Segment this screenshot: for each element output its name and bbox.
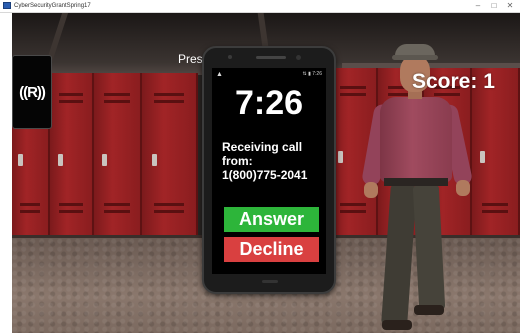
incoming-call-label: Receiving call from: bbox=[222, 140, 303, 168]
character-shoe bbox=[382, 320, 412, 330]
phone-status-bar: ▲ ⇅ ▮ 7:26 bbox=[212, 70, 326, 79]
character-shirt bbox=[380, 97, 452, 182]
phone-home-bar bbox=[262, 280, 278, 283]
locker-vent bbox=[153, 93, 185, 96]
warning-icon: ▲ bbox=[216, 71, 223, 78]
locker-vent bbox=[59, 210, 83, 213]
window-titlebar: CyberSecurityGrantSpring17 – □ ✕ bbox=[0, 0, 520, 13]
locker-vent bbox=[59, 203, 83, 206]
answer-button[interactable]: Answer bbox=[224, 207, 319, 232]
locker-handle bbox=[57, 153, 63, 166]
locker-vent bbox=[59, 93, 83, 96]
score-label: Score: 1 bbox=[412, 70, 495, 93]
phone-sensor bbox=[228, 55, 232, 59]
locker-vent bbox=[153, 100, 185, 103]
status-indicators: ⇅ ▮ 7:26 bbox=[302, 71, 322, 77]
phone-speaker bbox=[256, 56, 286, 59]
locker-vent bbox=[153, 210, 185, 213]
locker-vent bbox=[153, 203, 185, 206]
locker-handle bbox=[102, 153, 108, 166]
window-title: CyberSecurityGrantSpring17 bbox=[14, 3, 91, 9]
phone-clock: 7:26 bbox=[234, 84, 304, 122]
smartphone: ▲ ⇅ ▮ 7:26 7:26 Receiving call from: 1(8… bbox=[202, 46, 336, 294]
close-button[interactable]: ✕ bbox=[502, 0, 518, 12]
locker-vent bbox=[59, 100, 83, 103]
locker-handle bbox=[480, 151, 486, 164]
locker bbox=[142, 73, 198, 241]
locker-handle bbox=[338, 151, 344, 164]
locker-vent bbox=[482, 210, 508, 213]
locker bbox=[94, 73, 142, 241]
character-hand bbox=[456, 180, 470, 196]
character-leg bbox=[381, 184, 417, 326]
character-belt bbox=[384, 178, 448, 186]
minimize-button[interactable]: – bbox=[470, 0, 486, 12]
character-shoe bbox=[414, 305, 444, 315]
locker-vent bbox=[482, 203, 508, 206]
app-icon bbox=[3, 2, 11, 9]
locker-vent bbox=[19, 210, 41, 213]
locker-vent bbox=[104, 210, 130, 213]
phone-screen: ▲ ⇅ ▮ 7:26 7:26 Receiving call from: 1(8… bbox=[212, 68, 326, 274]
locker-vent bbox=[104, 93, 130, 96]
decline-button[interactable]: Decline bbox=[224, 237, 319, 262]
character-leg bbox=[412, 184, 446, 311]
character-hand bbox=[364, 182, 378, 198]
wireless-signal-button[interactable]: ((R)) bbox=[12, 55, 52, 129]
locker-vent bbox=[104, 100, 130, 103]
character-hat-brim bbox=[392, 55, 438, 60]
locker-vent bbox=[19, 203, 41, 206]
locker-vent bbox=[104, 203, 130, 206]
phone-camera-icon bbox=[296, 55, 301, 60]
wireless-signal-icon: ((R)) bbox=[19, 83, 46, 101]
caller-number: 1(800)775-2041 bbox=[222, 168, 308, 182]
locker-handle bbox=[151, 153, 157, 166]
press-prompt: Pres bbox=[178, 52, 203, 66]
locker-handle bbox=[18, 153, 24, 166]
maximize-button[interactable]: □ bbox=[486, 0, 502, 12]
locker bbox=[50, 73, 94, 241]
